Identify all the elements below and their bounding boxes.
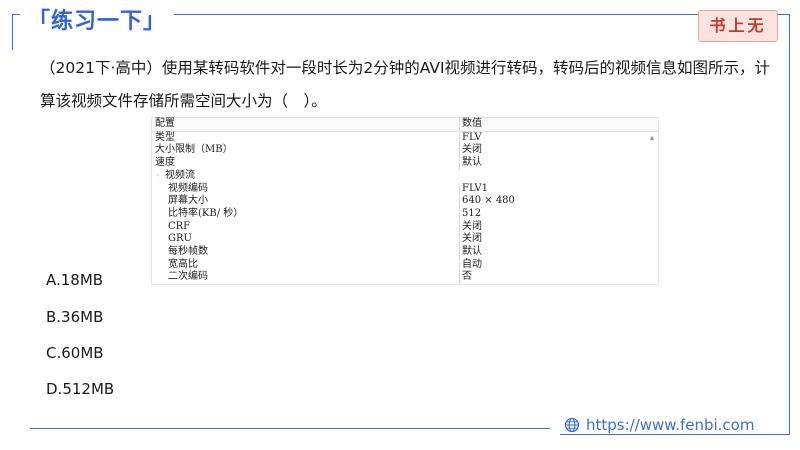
table-row-key: 二次编码	[168, 271, 208, 283]
table-row-key: 每秒帧数	[168, 246, 208, 257]
table-row-key: CRF	[168, 220, 191, 232]
table-row: GRU 关闭	[152, 233, 658, 246]
frame-bottom-border-right	[560, 434, 790, 435]
table-row-key: 视频编码	[168, 182, 208, 194]
table-row-key: 速度	[155, 157, 175, 169]
table-row: 二次编码 否	[152, 271, 658, 285]
frame-left-border	[12, 14, 13, 50]
brand-stamp: 书上无	[698, 10, 778, 42]
table-row: 类型 FLV ▴	[152, 131, 658, 145]
table-row-key: 宽高比	[168, 258, 198, 270]
question-text: （2021下·高中）使用某转码软件对一段时长为2分钟的AVI视频进行转码，转码后…	[40, 59, 771, 110]
table-row: 每秒帧数 默认	[152, 246, 658, 259]
table-row-key: 比特率(KB/ 秒）	[168, 207, 244, 219]
table-row: 速度 默认	[152, 157, 658, 170]
table-row-value: 640 × 480	[459, 195, 515, 208]
table-row: 宽高比 自动	[152, 258, 658, 272]
answer-option[interactable]: B.36MB	[46, 308, 103, 326]
table-row-value: 关闭	[459, 233, 482, 246]
footer-url-text: https://www.fenbi.com	[586, 416, 755, 434]
answer-option[interactable]: C.60MB	[46, 344, 104, 362]
table-row-value: 512	[459, 207, 481, 221]
table-row-value: 关闭	[459, 220, 482, 234]
table-row: 比特率(KB/ 秒） 512	[152, 207, 658, 221]
table-row-value: 自动	[459, 258, 482, 272]
section-title: 「练习一下」	[20, 5, 175, 39]
table-row: 视频编码 FLV1	[152, 182, 658, 196]
footer-url[interactable]: https://www.fenbi.com	[564, 416, 754, 434]
table-row-key: GRU	[168, 233, 192, 245]
table-row-value: 关闭	[459, 144, 482, 158]
table-row: CRF 关闭	[152, 220, 658, 234]
table-row-key: 视频流	[165, 169, 195, 181]
table-row-value: 默认	[459, 246, 482, 259]
table-row-key: 屏幕大小	[168, 195, 208, 207]
video-info-table: 配置 数值 类型 FLV ▴ 大小限制（MB） 关闭 速度 默认 ◦ 视频流 视频编码 FLV1 屏幕…	[152, 118, 658, 285]
table-row-value: FLV	[459, 131, 482, 145]
globe-icon	[564, 417, 580, 433]
table-row-value: FLV1	[459, 182, 488, 196]
table-row-value: 否	[459, 271, 472, 285]
table-row: 屏幕大小 640 × 480	[152, 195, 658, 208]
table-row: ◦ 视频流	[152, 170, 658, 183]
table-row-value: 默认	[459, 157, 482, 170]
answer-option[interactable]: D.512MB	[46, 380, 114, 398]
frame-right-border	[789, 14, 790, 434]
dropdown-arrow-icon[interactable]: ▴	[650, 132, 654, 145]
table-row: 大小限制（MB） 关闭	[152, 144, 658, 158]
table-header-row: 配置 数值	[152, 118, 658, 132]
table-row-key: 大小限制（MB）	[155, 144, 233, 156]
table-row-key: 类型	[155, 131, 175, 143]
table-header-key: 配置	[155, 118, 175, 129]
answer-option[interactable]: A.18MB	[46, 271, 103, 289]
frame-bottom-border	[30, 428, 550, 429]
table-header-value: 数值	[459, 118, 482, 131]
collapse-arrow-icon[interactable]: ◦	[156, 170, 160, 183]
